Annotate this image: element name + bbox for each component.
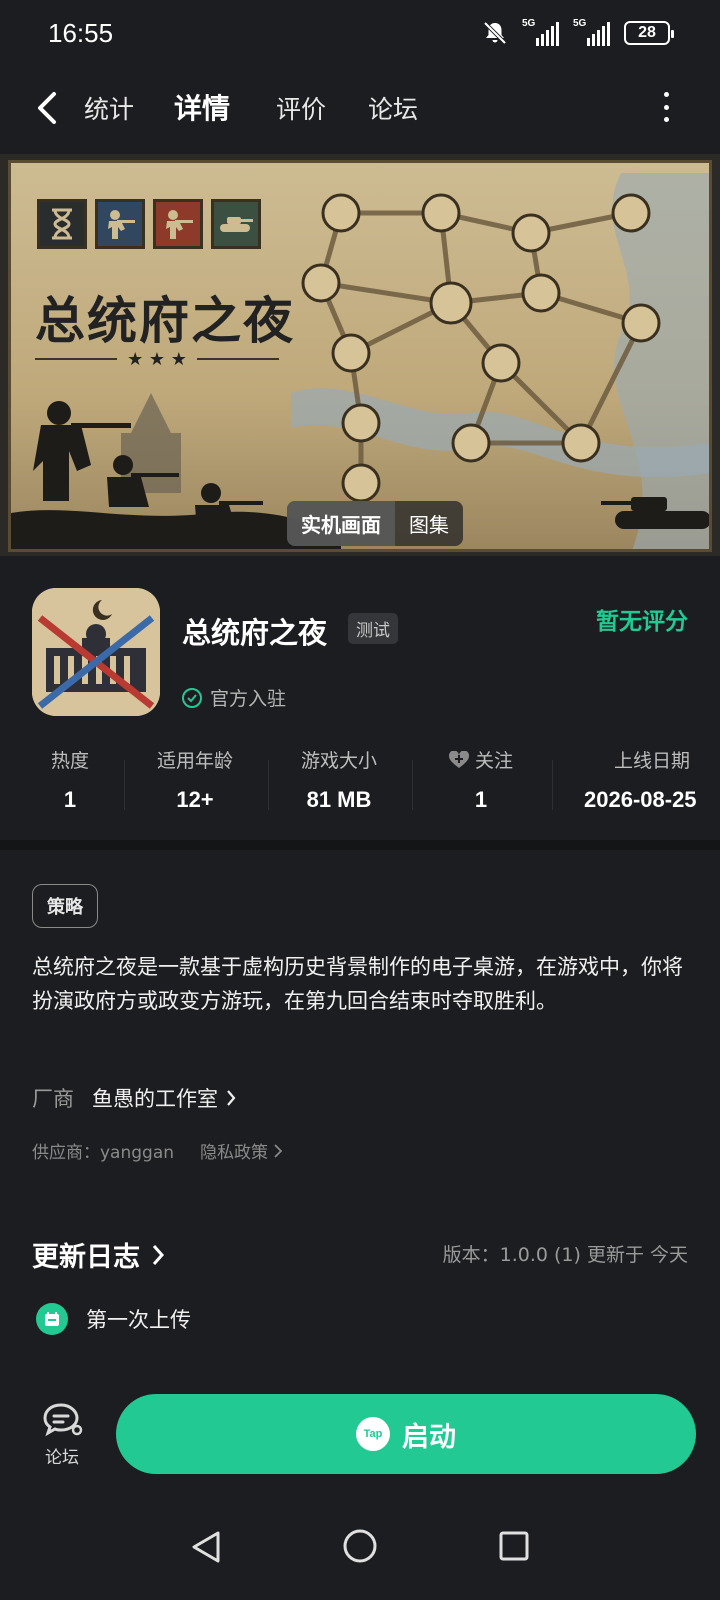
- vendor-name: 鱼愚的工作室: [92, 1087, 218, 1111]
- tank-silhouette: [601, 497, 709, 529]
- gallery-tab-gameplay[interactable]: 实机画面: [287, 501, 395, 546]
- supplier-row: 供应商：yanggan 隐私政策: [32, 1138, 283, 1163]
- stat-game-size[interactable]: 游戏大小 81 MB: [282, 746, 396, 813]
- stat-release-date[interactable]: 上线日期 2026-08-25: [568, 746, 720, 813]
- forum-button[interactable]: 论坛: [38, 1402, 86, 1468]
- changelog-item-text: 第一次上传: [86, 1308, 191, 1332]
- soldier-red-icon: [153, 199, 203, 249]
- check-circle-icon: [182, 687, 202, 708]
- official-verified: 官方入驻: [182, 684, 286, 711]
- stat-age-rating[interactable]: 适用年龄 12+: [140, 746, 250, 813]
- unit-icons: [37, 199, 261, 249]
- soldier-blue-icon: [95, 199, 145, 249]
- nav-back-icon[interactable]: [190, 1530, 222, 1564]
- signal-icon-2: 5G: [573, 18, 610, 46]
- beta-badge: 测试: [348, 613, 398, 644]
- banner-stars: ★ ★ ★: [35, 349, 279, 370]
- section-divider: [0, 840, 720, 850]
- chevron-right-icon: [152, 1244, 164, 1265]
- game-description: 总统府之夜是一款基于虚构历史背景制作的电子桌游，在游戏中，你将扮演政府方或政变方…: [32, 955, 683, 1013]
- official-label: 官方入驻: [210, 688, 287, 710]
- version-info: 版本：1.0.0 (1) 更新于 今天: [442, 1244, 688, 1266]
- nav-home-icon[interactable]: [342, 1528, 378, 1564]
- more-options-icon[interactable]: [662, 92, 670, 122]
- launch-label: 启动: [402, 1421, 456, 1453]
- tab-details[interactable]: 详情: [174, 87, 231, 131]
- tap-logo-icon: Tap: [356, 1417, 390, 1451]
- vendor-label: 厂商: [32, 1087, 74, 1111]
- gallery-tabs: 实机画面 图集: [287, 501, 463, 546]
- app-icon: [32, 588, 160, 716]
- chevron-right-icon: [274, 1143, 283, 1158]
- back-arrow-icon[interactable]: [30, 88, 70, 128]
- bottom-action-bar: 论坛 Tap 启动: [0, 1380, 720, 1490]
- banner-title: 总统府之夜: [35, 291, 295, 350]
- update-calendar-icon: [36, 1303, 68, 1335]
- battery-icon: 28: [624, 21, 674, 45]
- forum-label: 论坛: [45, 1448, 79, 1468]
- supplier-text: 供应商：yanggan: [32, 1143, 175, 1163]
- status-bar: 16:55 5G 5G 28: [0, 0, 720, 70]
- signal-icon-1: 5G: [522, 18, 559, 46]
- nav-recents-icon[interactable]: [498, 1530, 530, 1562]
- system-nav-bar: [0, 1500, 720, 1600]
- changelog-item: 第一次上传: [36, 1303, 191, 1335]
- tab-reviews[interactable]: 评价: [276, 90, 326, 126]
- changelog-header[interactable]: 更新日志: [32, 1235, 164, 1274]
- banner-artwork: 总统府之夜 ★ ★ ★ 实机画面 图集: [8, 160, 712, 552]
- stat-followers[interactable]: 关注 1: [426, 746, 536, 813]
- status-time: 16:55: [48, 18, 114, 48]
- forum-chat-icon: [43, 1403, 83, 1437]
- tank-icon: [211, 199, 261, 249]
- rating-status[interactable]: 暂无评分: [596, 602, 688, 636]
- tab-details-label: 详情: [174, 92, 231, 125]
- hourglass-icon: [37, 199, 87, 249]
- status-icons: 5G 5G 28: [482, 18, 674, 46]
- stat-popularity[interactable]: 热度 1: [20, 746, 120, 813]
- changelog-title: 更新日志: [32, 1242, 140, 1273]
- privacy-policy-link[interactable]: 隐私政策: [200, 1138, 283, 1163]
- banner-media[interactable]: 总统府之夜 ★ ★ ★ 实机画面 图集: [0, 154, 720, 556]
- genre-tag[interactable]: 策略: [32, 884, 98, 928]
- tab-forum[interactable]: 论坛: [368, 90, 418, 126]
- stats-row: 热度 1 适用年龄 12+ 游戏大小 81 MB 关注 1 上线日期 2026-…: [0, 746, 720, 826]
- chevron-right-icon: [227, 1090, 236, 1106]
- launch-button[interactable]: Tap 启动: [116, 1394, 696, 1474]
- heart-plus-icon: [448, 750, 469, 768]
- tab-stats[interactable]: 统计: [84, 90, 134, 126]
- vendor-row[interactable]: 厂商 鱼愚的工作室: [32, 1083, 236, 1113]
- top-nav: 统计 详情 评价 论坛: [0, 70, 720, 154]
- app-name: 总统府之夜: [182, 616, 328, 650]
- gallery-tab-album[interactable]: 图集: [395, 501, 463, 546]
- mute-bell-icon: [483, 21, 507, 45]
